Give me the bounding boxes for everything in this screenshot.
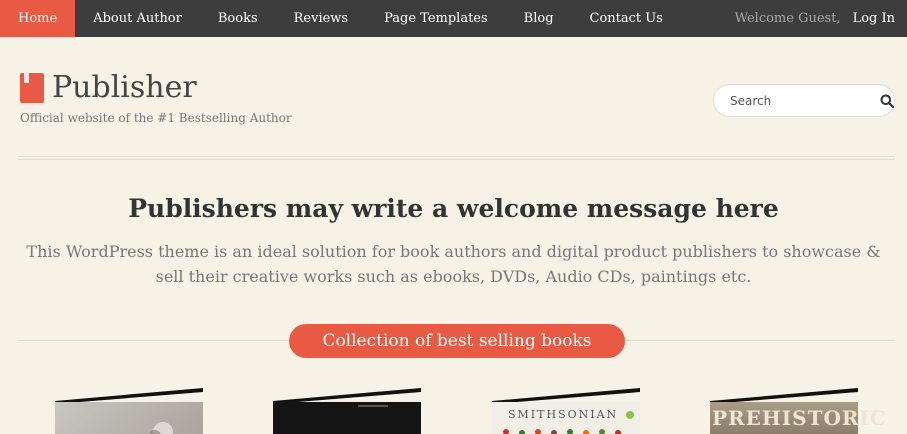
nav-item-about-author[interactable]: About Author	[75, 0, 200, 37]
book-cover	[273, 402, 421, 434]
book-cover: SMITHSONIAN	[492, 402, 640, 434]
header-divider	[18, 156, 895, 160]
nav-item-books[interactable]: Books	[200, 0, 276, 37]
book-cover	[55, 402, 203, 434]
login-link[interactable]: Log In	[853, 0, 907, 37]
site-tagline: Official website of the #1 Bestselling A…	[20, 111, 292, 125]
welcome-guest-text: Welcome Guest,	[734, 11, 841, 26]
nav-item-contact-us[interactable]: Contact Us	[572, 0, 681, 37]
nav-item-home[interactable]: Home	[0, 0, 76, 37]
book-item[interactable]	[55, 388, 205, 434]
welcome-text: This WordPress theme is an ideal solutio…	[26, 242, 881, 286]
book-icon	[20, 72, 44, 103]
search-box	[713, 84, 895, 117]
book-cover-art	[503, 411, 634, 434]
nav-item-page-templates[interactable]: Page Templates	[366, 0, 506, 37]
book-item[interactable]	[273, 388, 423, 434]
site-logo[interactable]: Publisher	[20, 70, 197, 105]
book-title-prehistoric: PREHISTORIC	[712, 406, 887, 430]
nav-item-reviews[interactable]: Reviews	[276, 0, 366, 37]
search-icon[interactable]	[880, 93, 894, 109]
book-cover-art	[358, 405, 388, 407]
book-item[interactable]: PREHISTORIC	[710, 388, 886, 434]
welcome-title: Publishers may write a welcome message h…	[128, 194, 779, 223]
collection-heading-button[interactable]: Collection of best selling books	[289, 324, 625, 358]
top-navigation: Home About Author Books Reviews Page Tem…	[0, 0, 907, 37]
book-cover: PREHISTORIC	[710, 402, 886, 434]
site-title: Publisher	[52, 70, 197, 105]
book-item[interactable]: SMITHSONIAN	[492, 388, 642, 434]
search-input[interactable]	[730, 93, 880, 108]
nav-item-blog[interactable]: Blog	[506, 0, 572, 37]
book-cover-art	[149, 422, 173, 434]
